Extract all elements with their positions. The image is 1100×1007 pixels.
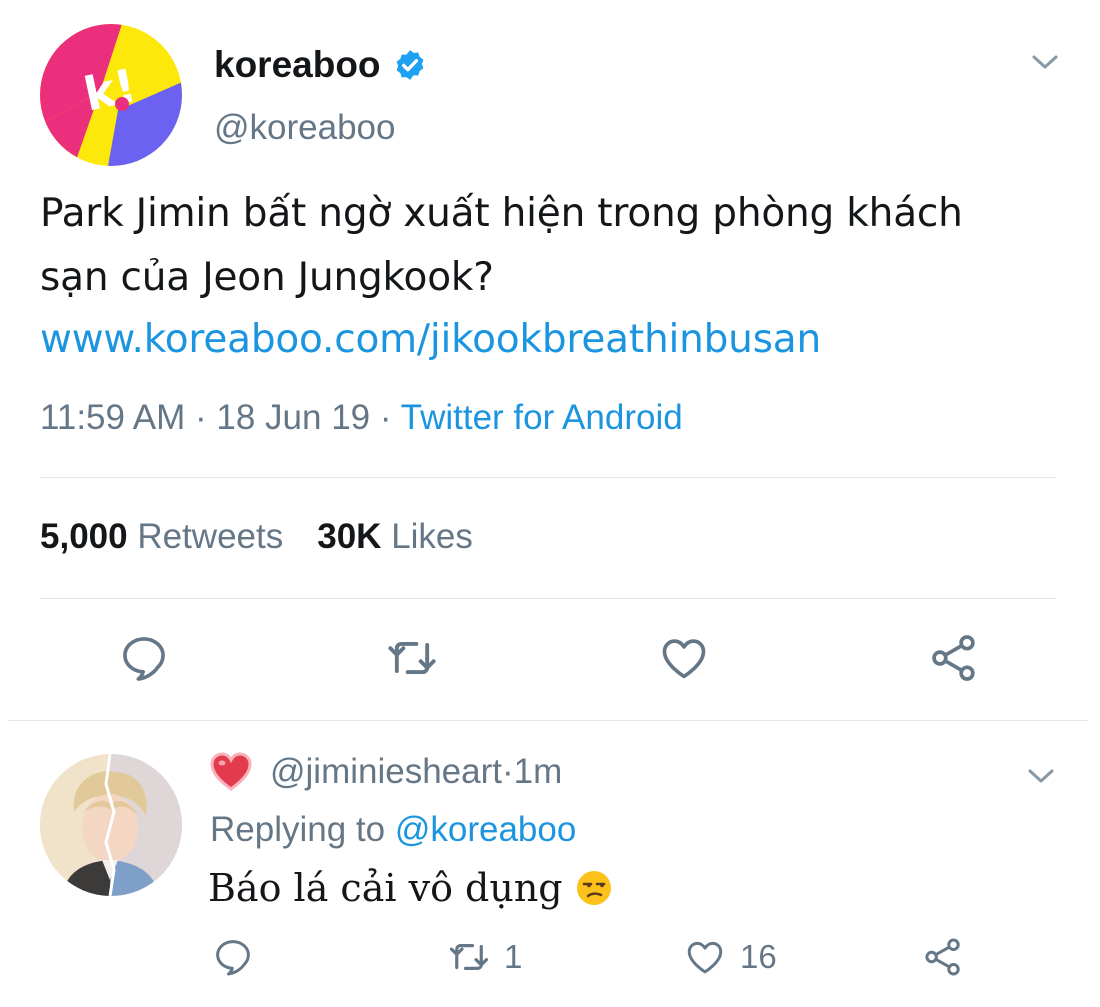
- reply-icon: [216, 940, 250, 976]
- tweet-text: Park Jimin bất ngờ xuất hiện trong phòng…: [40, 191, 963, 300]
- reply-action[interactable]: [212, 936, 254, 978]
- tweet-link[interactable]: www.koreaboo.com/jikookbreathinbusan: [40, 312, 821, 368]
- chevron-down-icon[interactable]: [1026, 766, 1056, 786]
- retweet-stat[interactable]: 5,000 Retweets: [40, 517, 283, 556]
- reply-like-count: 16: [740, 938, 777, 975]
- share-icon[interactable]: [928, 632, 980, 684]
- retweet-icon[interactable]: [386, 632, 438, 684]
- meta-separator: ·: [370, 398, 401, 437]
- reply-header: @jiminiesheart · 1m: [210, 752, 562, 792]
- tweet-stats: 5,000 Retweets 30K Likes: [40, 517, 473, 557]
- thread-divider: [8, 720, 1088, 721]
- tweet-date: 18 Jun 19: [216, 398, 371, 437]
- like-icon: [687, 941, 723, 974]
- like-label: Likes: [391, 517, 473, 556]
- reply-age: 1m: [513, 752, 563, 791]
- user-handle[interactable]: @koreaboo: [214, 108, 395, 148]
- reply-age-separator: ·: [502, 752, 514, 791]
- like-icon[interactable]: [658, 632, 710, 684]
- retweet-icon: [449, 944, 489, 970]
- like-stat[interactable]: 30K Likes: [317, 517, 473, 556]
- divider: [40, 477, 1056, 478]
- reply-handle[interactable]: @jiminiesheart: [270, 752, 502, 792]
- like-count: 30K: [317, 517, 382, 556]
- reply-text-content: Báo lá cải vô dụng: [208, 866, 563, 910]
- reply-icon[interactable]: [118, 632, 170, 684]
- koreaboo-logo: k!: [40, 24, 182, 166]
- logo-letter: k!: [79, 58, 141, 122]
- tweet-source[interactable]: Twitter for Android: [401, 398, 683, 437]
- retweet-action[interactable]: 1: [448, 936, 522, 978]
- display-name-text: koreaboo: [214, 44, 381, 85]
- meta-separator: ·: [185, 398, 217, 437]
- divider: [40, 598, 1056, 599]
- koreaboo-avatar[interactable]: k!: [40, 24, 182, 166]
- reply-avatar[interactable]: [40, 754, 182, 896]
- chevron-down-icon[interactable]: [1030, 52, 1060, 72]
- replying-to: Replying to @koreaboo: [210, 810, 576, 850]
- retweet-label: Retweets: [137, 517, 284, 556]
- retweet-count: 5,000: [40, 517, 128, 556]
- unamused-emoji-icon: [576, 871, 611, 905]
- reply-text: Báo lá cải vô dụng: [208, 866, 613, 910]
- replying-to-handle[interactable]: @koreaboo: [395, 810, 576, 849]
- reply-avatar-photo: [40, 754, 182, 896]
- tweet-time: 11:59 AM: [40, 398, 186, 437]
- display-name[interactable]: koreaboo: [214, 44, 427, 86]
- reply-retweet-count: 1: [504, 938, 523, 975]
- heart-emoji-icon: [210, 752, 252, 791]
- verified-badge-icon: [396, 50, 423, 80]
- share-action[interactable]: [922, 936, 964, 978]
- share-icon: [925, 938, 960, 976]
- like-action[interactable]: 16: [684, 936, 777, 978]
- tweet-meta: 11:59 AM · 18 Jun 19 · Twitter for Andro…: [40, 398, 683, 438]
- replying-to-label: Replying to: [210, 810, 395, 849]
